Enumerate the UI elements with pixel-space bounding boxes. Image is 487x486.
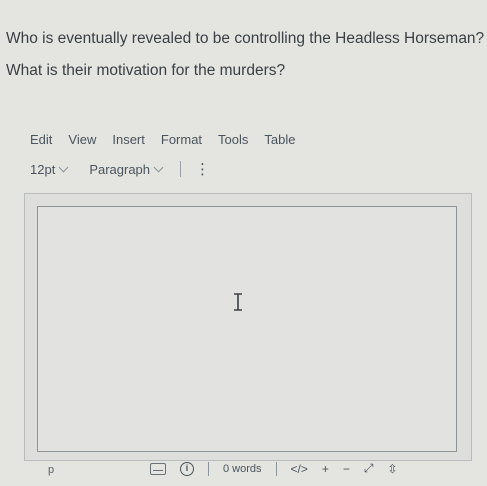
rich-text-editor-area[interactable] (37, 206, 457, 452)
editor-toolbar: 12pt Paragraph ⋮ (30, 160, 210, 178)
element-path[interactable]: p (48, 464, 54, 476)
zoom-in-icon[interactable]: + (322, 462, 329, 476)
editor-frame (24, 193, 472, 461)
question-line-1: Who is eventually revealed to be control… (6, 30, 485, 47)
toolbar-divider (180, 161, 182, 177)
chevron-down-icon (58, 162, 69, 172)
block-format-dropdown[interactable]: Paragraph (89, 161, 164, 177)
editor-menubar: Edit View Insert Format Tools Table (30, 132, 295, 147)
menu-format[interactable]: Format (161, 132, 202, 147)
more-options-icon[interactable]: ⋮ (195, 160, 210, 178)
font-size-dropdown[interactable]: 12pt (30, 161, 69, 177)
zoom-out-icon[interactable]: − (343, 462, 350, 476)
keyboard-shortcuts-icon[interactable] (150, 462, 166, 475)
resize-handle-icon[interactable]: ⇳ (388, 462, 398, 476)
block-format-value: Paragraph (89, 161, 151, 177)
menu-view[interactable]: View (68, 132, 96, 147)
editor-statusbar: p i 0 words </> + − ⤢ ⇳ (0, 458, 487, 486)
question-line-2: What is their motivation for the murders… (6, 62, 286, 79)
menu-edit[interactable]: Edit (30, 132, 52, 147)
menu-table[interactable]: Table (264, 132, 295, 147)
menu-tools[interactable]: Tools (218, 132, 248, 147)
statusbar-divider (275, 461, 277, 476)
statusbar-divider (208, 461, 209, 476)
font-size-value: 12pt (30, 161, 56, 177)
html-editor-icon[interactable]: </> (291, 462, 308, 476)
menu-insert[interactable]: Insert (112, 132, 145, 147)
ibeam-cursor-icon (233, 293, 243, 311)
fullscreen-icon[interactable]: ⤢ (364, 461, 374, 476)
word-count[interactable]: 0 words (223, 463, 262, 475)
chevron-down-icon (153, 162, 164, 172)
accessibility-checker-icon[interactable]: i (180, 461, 194, 476)
